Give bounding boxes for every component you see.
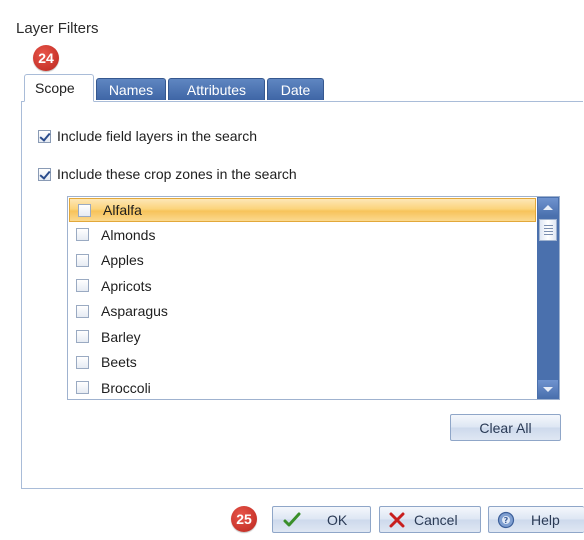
arrow-up-icon bbox=[543, 204, 553, 210]
list-item-label: Apples bbox=[101, 252, 144, 269]
include-crop-zones-checkbox[interactable] bbox=[38, 167, 51, 181]
grip-line bbox=[543, 225, 553, 226]
list-item-alfalfa[interactable]: Alfalfa bbox=[69, 198, 536, 222]
dialog-title: Layer Filters bbox=[16, 20, 99, 37]
list-item-apricots[interactable]: Apricots bbox=[68, 273, 537, 299]
cancel-button-label: Cancel bbox=[414, 511, 458, 528]
help-button-label: Help bbox=[531, 511, 560, 528]
list-scrollbar[interactable] bbox=[537, 197, 559, 399]
help-icon: ? bbox=[497, 511, 515, 529]
list-item-label: Broccoli bbox=[101, 379, 151, 396]
include-field-layers-checkbox[interactable] bbox=[38, 129, 51, 143]
tab-attributes[interactable]: Attributes bbox=[168, 78, 265, 100]
list-item-checkbox[interactable] bbox=[78, 203, 91, 217]
arrow-down-icon bbox=[543, 386, 553, 392]
grip-line bbox=[543, 234, 553, 235]
list-item-label: Almonds bbox=[101, 226, 156, 243]
grip-line bbox=[543, 228, 553, 229]
tab-scope[interactable]: Scope bbox=[24, 74, 94, 102]
ok-button-label: OK bbox=[327, 511, 348, 528]
help-button[interactable]: ? Help bbox=[488, 506, 584, 533]
include-field-layers-label: Include field layers in the search bbox=[57, 128, 257, 144]
list-item-checkbox[interactable] bbox=[76, 330, 89, 344]
list-item-asparagus[interactable]: Asparagus bbox=[68, 299, 537, 325]
list-item-checkbox[interactable] bbox=[76, 279, 89, 293]
list-item-checkbox[interactable] bbox=[76, 304, 89, 318]
include-field-layers-option[interactable]: Include field layers in the search bbox=[38, 128, 257, 144]
callout-badge-24: 24 bbox=[33, 45, 59, 71]
list-item-barley[interactable]: Barley bbox=[68, 324, 537, 350]
callout-badge-25: 25 bbox=[231, 506, 257, 532]
list-item-label: Asparagus bbox=[101, 303, 168, 320]
list-item-beets[interactable]: Beets bbox=[68, 350, 537, 376]
ok-button[interactable]: OK bbox=[272, 506, 371, 533]
list-item-broccoli[interactable]: Broccoli bbox=[68, 375, 537, 399]
list-item-checkbox[interactable] bbox=[76, 381, 89, 395]
list-item-apples[interactable]: Apples bbox=[68, 248, 537, 274]
list-item-label: Alfalfa bbox=[103, 202, 142, 218]
grip-line bbox=[543, 231, 553, 232]
svg-text:?: ? bbox=[504, 516, 509, 525]
checkmark-icon bbox=[283, 512, 301, 528]
include-crop-zones-label: Include these crop zones in the search bbox=[57, 166, 297, 182]
crop-zones-list[interactable]: Alfalfa Almonds Apples Apricots Asparagu… bbox=[67, 196, 560, 400]
list-item-checkbox[interactable] bbox=[76, 355, 89, 369]
tab-names[interactable]: Names bbox=[96, 78, 166, 100]
list-item-label: Beets bbox=[101, 354, 137, 371]
include-crop-zones-option[interactable]: Include these crop zones in the search bbox=[38, 166, 297, 182]
crop-zones-list-items: Alfalfa Almonds Apples Apricots Asparagu… bbox=[68, 197, 537, 399]
scroll-up-button[interactable] bbox=[538, 198, 558, 216]
list-item-label: Apricots bbox=[101, 277, 152, 294]
list-item-checkbox[interactable] bbox=[76, 228, 89, 242]
scroll-thumb[interactable] bbox=[539, 219, 557, 241]
scroll-down-button[interactable] bbox=[538, 380, 558, 398]
tab-date[interactable]: Date bbox=[267, 78, 324, 100]
list-item-label: Barley bbox=[101, 328, 141, 345]
list-item-almonds[interactable]: Almonds bbox=[68, 222, 537, 248]
clear-all-button[interactable]: Clear All bbox=[450, 414, 561, 441]
list-item-checkbox[interactable] bbox=[76, 253, 89, 267]
cancel-button[interactable]: Cancel bbox=[379, 506, 481, 533]
layer-filters-dialog: Layer Filters 24 Scope Names Attributes … bbox=[0, 0, 584, 540]
x-icon bbox=[388, 512, 406, 528]
